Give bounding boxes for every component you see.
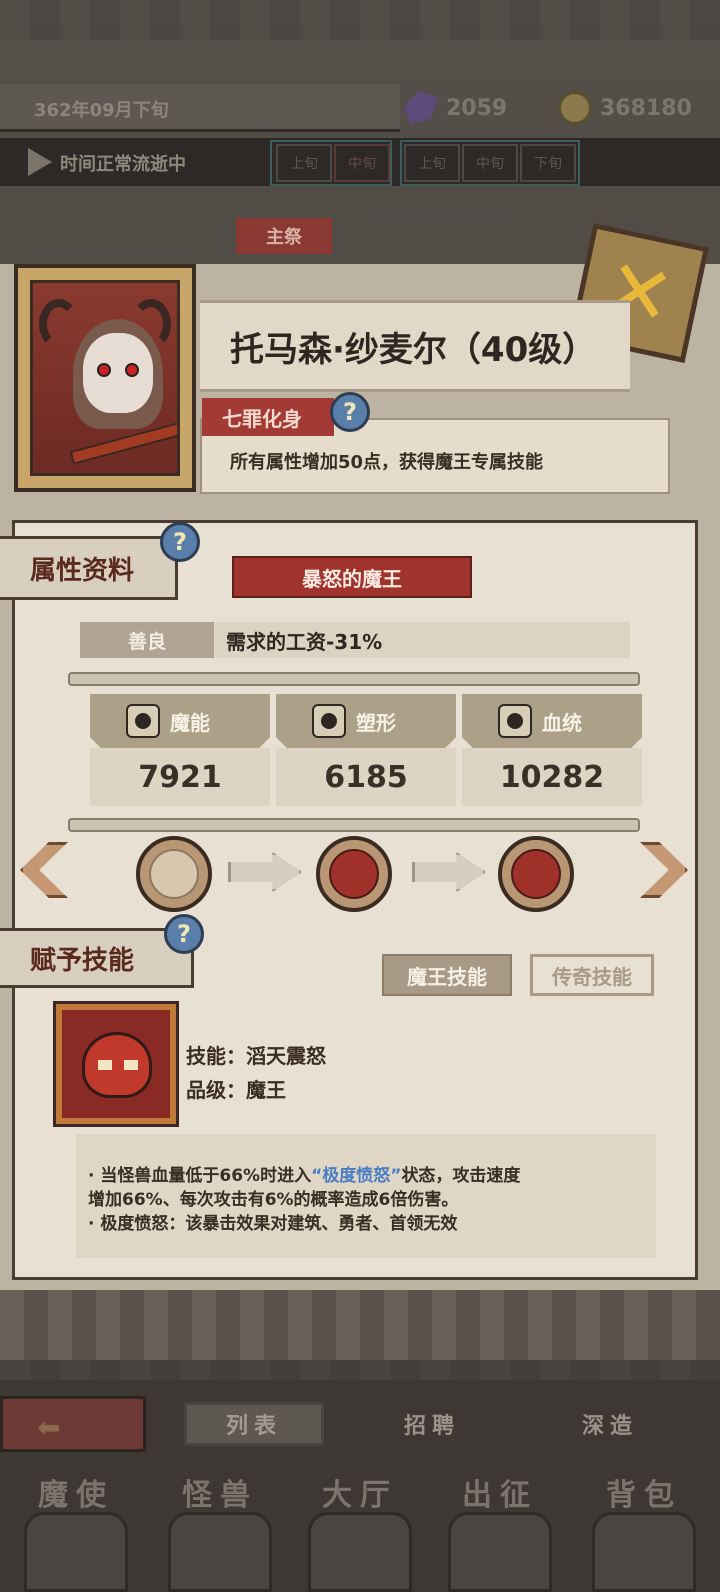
- alignment-label: 善良: [80, 622, 214, 658]
- coin-counter: 368180: [558, 90, 692, 126]
- stat-value: 7921: [90, 748, 270, 806]
- stat-bloodline: 血统 10282: [462, 694, 642, 812]
- sub-tab-recruit[interactable]: 招聘: [362, 1402, 502, 1446]
- trait-title: 七罪化身: [202, 398, 334, 436]
- alignment-effect: 需求的工资-31%: [226, 629, 383, 654]
- body-icon: [312, 704, 346, 738]
- nav-tab-hall[interactable]: 大厅: [300, 1470, 420, 1514]
- highlight-term: “极度愤怒”: [311, 1166, 402, 1186]
- skull-icon[interactable]: [24, 1512, 128, 1592]
- nav-tab-monster[interactable]: 怪兽: [160, 1470, 280, 1514]
- nav-tab-bag[interactable]: 背包: [584, 1470, 704, 1514]
- skill-grade: 品级：魔王: [186, 1078, 286, 1102]
- character-name: 托马森·纱麦尔（40级）: [230, 329, 597, 370]
- character-portrait: [30, 280, 180, 476]
- demon-face-icon: [329, 849, 379, 899]
- legend-skill-tab[interactable]: 传奇技能: [530, 954, 654, 996]
- portrait-eye: [125, 363, 139, 377]
- play-icon[interactable]: [28, 148, 52, 176]
- stat-value: 10282: [462, 748, 642, 806]
- time-status: 时间正常流逝中: [60, 154, 186, 175]
- horn-icon: [39, 299, 79, 349]
- coin-value: 368180: [600, 95, 692, 121]
- skill-eye: [124, 1060, 138, 1070]
- bloodline-icon: [498, 704, 532, 738]
- title-ribbon: 暴怒的魔王: [232, 556, 472, 598]
- attribute-section-tab: 属性资料: [0, 536, 178, 600]
- skill-desc-line-2: 增加66%、每次攻击有6%的概率造成6倍伤害。: [88, 1190, 459, 1210]
- nav-tab-envoy[interactable]: 魔使: [16, 1470, 136, 1514]
- crystal-icon: [404, 91, 438, 125]
- time-slot-active[interactable]: 中旬: [334, 144, 390, 182]
- stat-rail: [68, 818, 640, 832]
- name-plate: 托马森·纱麦尔（40级）: [200, 300, 630, 392]
- top-hud: 362年09月下旬 2059 368180: [0, 84, 720, 134]
- horn-icon: [131, 299, 171, 349]
- skill-name: 技能：滔天震怒: [186, 1044, 326, 1068]
- stat-value: 6185: [276, 748, 456, 806]
- time-slot[interactable]: 中旬: [462, 144, 518, 182]
- portrait-eye: [97, 363, 111, 377]
- coin-icon: [558, 91, 592, 125]
- monster-icon[interactable]: [168, 1512, 272, 1592]
- bag-icon[interactable]: [592, 1512, 696, 1592]
- evolution-stage-3[interactable]: [498, 836, 574, 912]
- crystal-value: 2059: [446, 95, 508, 121]
- stat-magic: 魔能 7921: [90, 694, 270, 812]
- stat-rail: [68, 672, 640, 686]
- expedition-icon[interactable]: [448, 1512, 552, 1592]
- stat-body: 塑形 6185: [276, 694, 456, 812]
- demon-face-icon: [511, 849, 561, 899]
- trait-help-icon[interactable]: ?: [330, 392, 370, 432]
- skill-description: · 当怪兽血量低于66%时进入“极度愤怒”状态，攻击速度 增加66%、每次攻击有…: [76, 1134, 656, 1258]
- hooded-monster-icon: [149, 849, 199, 899]
- game-date: 362年09月下旬: [34, 100, 169, 121]
- skill-desc-line-3: · 极度愤怒：该暴击效果对建筑、勇者、首领无效: [88, 1214, 458, 1234]
- nav-tab-expedition[interactable]: 出征: [440, 1470, 560, 1514]
- alignment-row: 善良 需求的工资-31%: [80, 622, 630, 658]
- hall-icon[interactable]: [308, 1512, 412, 1592]
- crystal-counter: 2059: [404, 90, 507, 126]
- attribute-section-title: 属性资料: [30, 555, 135, 586]
- date-panel: 362年09月下旬: [0, 84, 400, 132]
- header-tab[interactable]: 主祭: [236, 218, 332, 254]
- skill-help-icon[interactable]: ?: [164, 914, 204, 954]
- sub-tab-train[interactable]: 深造: [540, 1402, 680, 1446]
- skill-desc-line-1: · 当怪兽血量低于66%时进入“极度愤怒”状态，攻击速度: [88, 1166, 521, 1186]
- time-slot[interactable]: 上旬: [276, 144, 332, 182]
- back-button[interactable]: ⬅: [0, 1396, 146, 1452]
- character-portrait-frame: [14, 264, 196, 492]
- demon-skill-tab[interactable]: 魔王技能: [382, 954, 512, 996]
- evolution-stage-2[interactable]: [316, 836, 392, 912]
- rage-skill-icon: [53, 1001, 179, 1127]
- sub-tab-list[interactable]: 列表: [184, 1402, 324, 1446]
- time-bar: 时间正常流逝中 上旬 中旬 上旬 中旬 下旬: [0, 138, 720, 186]
- trait-description: 所有属性增加50点，获得魔王专属技能: [230, 452, 544, 473]
- skill-eye: [98, 1060, 112, 1070]
- magic-icon: [126, 704, 160, 738]
- attribute-help-icon[interactable]: ?: [160, 522, 200, 562]
- time-slot[interactable]: 上旬: [404, 144, 460, 182]
- evolution-stage-1[interactable]: [136, 836, 212, 912]
- decorative-border: [0, 1290, 720, 1360]
- demon-face-icon: [82, 1032, 152, 1098]
- skill-section-title: 赋予技能: [30, 945, 135, 976]
- back-arrow-icon: ⬅: [37, 1411, 61, 1444]
- time-slot[interactable]: 下旬: [520, 144, 576, 182]
